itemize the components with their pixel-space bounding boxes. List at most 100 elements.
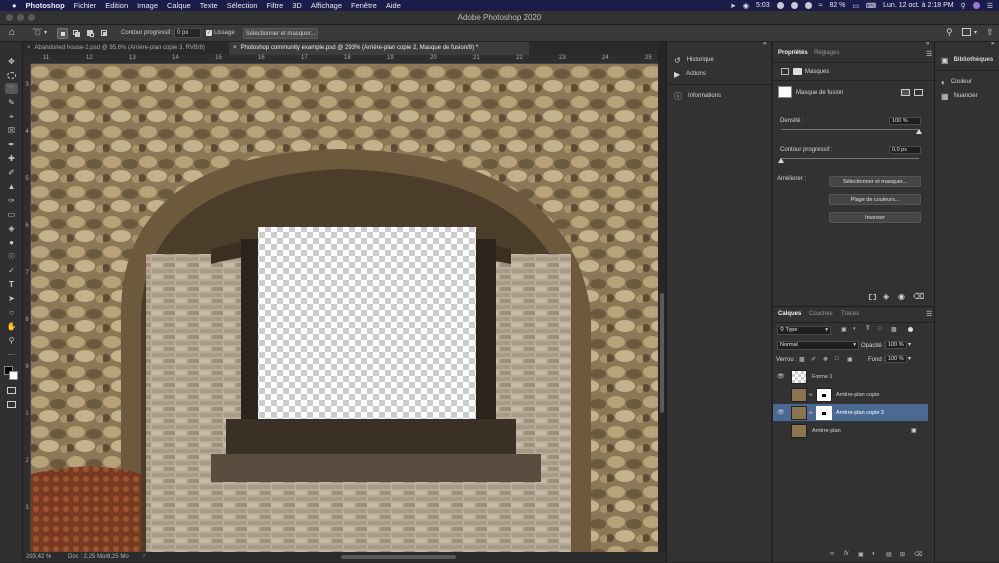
marquee-tool-icon[interactable] (5, 70, 18, 81)
lock-all-icon[interactable]: ▣ (847, 356, 853, 363)
mask-thumbnail[interactable] (778, 86, 792, 98)
vertical-scrollbar[interactable] (658, 55, 666, 552)
sync-icon[interactable] (804, 2, 812, 9)
zoom-level[interactable]: 293,42 % (26, 554, 51, 560)
select-and-mask-button[interactable]: Sélectionner et masquer... (829, 176, 921, 187)
quick-select-tool-icon[interactable]: ✎ (5, 97, 18, 108)
smoothing-checkbox[interactable]: ✓ (206, 30, 212, 36)
blur-tool-icon[interactable]: ● (5, 237, 18, 248)
tab-channels[interactable]: Couches (809, 311, 833, 317)
tab-properties[interactable]: Propriétés (778, 50, 808, 56)
feather-input[interactable]: 0 px (174, 28, 201, 38)
chain-icon[interactable]: ∞ (809, 410, 813, 416)
chevron-down-icon[interactable]: ▾ (44, 29, 47, 36)
new-group-icon[interactable]: ▤ (886, 551, 892, 558)
adjustment-layer-icon[interactable]: ◐ (872, 551, 876, 557)
cloud-icon[interactable] (776, 2, 784, 9)
collapse-icon[interactable]: » (926, 41, 929, 47)
scroll-thumb[interactable] (660, 293, 664, 413)
color-button[interactable]: ◐ Couleur (935, 75, 999, 89)
spotlight-icon[interactable]: ⚲ (961, 2, 966, 10)
pen-tool-icon[interactable]: ✓ (5, 265, 18, 276)
new-selection-button[interactable] (57, 28, 68, 39)
density-slider-track[interactable] (781, 129, 919, 130)
layer-row-arriere-plan-copie-2[interactable]: 👁 ∞ Arrière-plan copie 2 (773, 404, 928, 421)
subtract-selection-button[interactable] (85, 28, 96, 39)
collapse-icon[interactable]: » (991, 41, 994, 47)
filter-type-icon[interactable]: T (866, 326, 870, 332)
lasso-tool-icon[interactable]: ➰ (5, 83, 18, 94)
link-layers-icon[interactable]: ∞ (830, 551, 834, 557)
density-input[interactable]: 100 % (889, 117, 921, 125)
menu-affichage[interactable]: Affichage (311, 1, 342, 10)
menu-filtre[interactable]: Filtre (267, 1, 284, 10)
clone-stamp-tool-icon[interactable]: ▲ (5, 181, 18, 192)
menu-3d[interactable]: 3D (292, 1, 302, 10)
select-and-mask-button[interactable]: Sélectionner et masquer... (243, 28, 318, 39)
filter-smart-object-icon[interactable]: ▩ (891, 326, 897, 333)
lock-artboard-icon[interactable]: □ (835, 356, 839, 362)
libraries-button[interactable]: ▣ Bibliothèques (935, 53, 999, 67)
feather-slider-handle[interactable] (778, 158, 784, 163)
more-tools-icon[interactable]: … (5, 347, 18, 358)
trash-icon[interactable]: ⌫ (913, 292, 924, 301)
panel-menu-icon[interactable]: ☰ (926, 50, 932, 58)
workspace-icon[interactable] (962, 28, 971, 36)
tab-paths[interactable]: Tracés (841, 311, 859, 317)
path-selection-tool-icon[interactable]: ➤ (5, 293, 18, 304)
chevron-down-icon[interactable]: ▾ (908, 341, 911, 348)
pixel-layer-icon[interactable] (781, 68, 789, 75)
home-icon[interactable]: ⌂ (9, 27, 15, 38)
filter-adjustment-icon[interactable]: ◐ (853, 326, 857, 332)
swatches-button[interactable]: ▦ Nuancier (935, 89, 999, 103)
eye-icon[interactable]: 👁 (777, 409, 785, 416)
search-icon[interactable]: ⚲ (946, 27, 953, 38)
tab-layers[interactable]: Calques (778, 311, 801, 317)
tab-abandoned-house[interactable]: × Abandoned house-2.psd @ 95,8% (Arrière-… (23, 42, 229, 55)
add-selection-button[interactable] (71, 28, 82, 39)
wifi-icon[interactable]: ≈ (819, 2, 823, 9)
eyedropper-tool-icon[interactable]: ✒ (5, 139, 18, 150)
new-layer-icon[interactable]: ⊞ (900, 551, 905, 558)
close-icon[interactable]: × (233, 45, 237, 51)
document-canvas[interactable] (31, 64, 658, 552)
layer-row-arriere-plan[interactable]: Arrière-plan ▣ (773, 422, 928, 439)
collapse-icon[interactable]: » (763, 41, 766, 47)
tab-community-example[interactable]: × Photoshop community example.psd @ 293% … (229, 42, 529, 55)
filter-pixel-icon[interactable]: ▣ (841, 326, 847, 333)
fx-icon[interactable]: fx (844, 551, 849, 557)
location-icon[interactable]: ➤ (730, 2, 736, 10)
chain-icon[interactable]: ∞ (809, 392, 813, 398)
add-mask-icon[interactable]: ▣ (858, 551, 864, 558)
fill-input[interactable]: 100 % (885, 355, 907, 363)
history-button[interactable]: ↺ Historique (667, 53, 772, 67)
lock-position-icon[interactable]: ✥ (823, 356, 828, 363)
datetime[interactable]: Lun. 12 oct. à 2:18 PM (883, 2, 953, 9)
siri-icon[interactable] (972, 2, 980, 9)
apply-mask-icon[interactable]: ◈ (883, 292, 889, 301)
eye-icon[interactable]: 👁 (777, 373, 785, 380)
chevron-down-icon[interactable]: ▾ (908, 355, 911, 362)
filter-toggle-icon[interactable] (908, 327, 913, 332)
share-icon[interactable]: ⇧ (986, 27, 994, 38)
clock-status-icon[interactable]: ◉ (743, 2, 749, 10)
quick-mask-icon[interactable] (5, 385, 18, 396)
doc-size[interactable]: Doc : 2,25 Mo/8,25 Mo (68, 554, 129, 560)
menu-selection[interactable]: Sélection (227, 1, 258, 10)
load-selection-icon[interactable] (869, 294, 876, 300)
battery-icon[interactable]: ▭ (852, 2, 859, 10)
menu-edition[interactable]: Edition (105, 1, 128, 10)
lock-transparent-icon[interactable]: ▩ (799, 356, 805, 363)
layer-row-arriere-plan-copie[interactable]: ∞ Arrière-plan copie (773, 386, 928, 403)
opacity-input[interactable]: 100 % (885, 341, 907, 349)
control-center-icon[interactable]: ☰ (987, 2, 993, 10)
healing-brush-tool-icon[interactable]: ✚ (5, 153, 18, 164)
background-color-swatch[interactable] (9, 371, 18, 380)
keyboard-icon[interactable]: ⌨ (866, 2, 876, 10)
crop-tool-icon[interactable]: ⌖ (5, 111, 18, 122)
feather-slider-track[interactable] (781, 158, 919, 159)
density-slider-handle[interactable] (916, 129, 922, 134)
frame-tool-icon[interactable]: ☒ (5, 125, 18, 136)
screen-mode-icon[interactable] (5, 399, 18, 410)
creative-cloud-icon[interactable] (790, 2, 798, 9)
